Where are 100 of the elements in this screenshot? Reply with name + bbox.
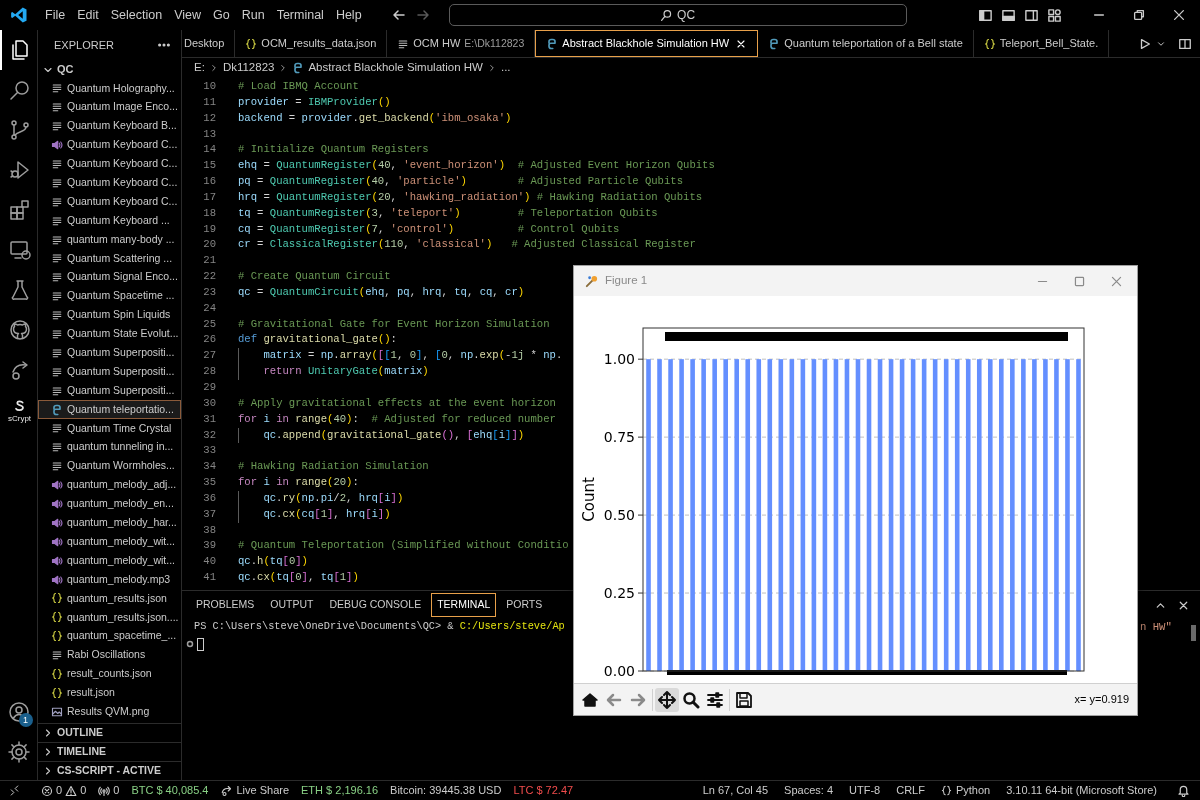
tree-item[interactable]: quantum_melody_har... [38, 513, 181, 533]
tree-item[interactable]: quantum many-body ... [38, 230, 181, 249]
monitor-icon[interactable] [7, 238, 32, 262]
tree-item[interactable]: result.json [38, 683, 181, 703]
tree-item[interactable]: quantum_results.json [38, 589, 181, 608]
settings-icon[interactable] [6, 740, 31, 764]
status-item[interactable]: Bitcoin: 39445.38 USD [390, 782, 502, 799]
tree-item[interactable]: quantum tunneling in... [38, 437, 181, 457]
tree-item[interactable]: Quantum Time Crystal [38, 419, 181, 438]
folder-row[interactable]: QC [38, 60, 181, 79]
tree-item[interactable]: Rabi Oscillations [38, 645, 181, 665]
tree-item[interactable]: Quantum Holography... [38, 79, 181, 98]
menu-item[interactable]: Selection [105, 5, 168, 25]
tree-item[interactable]: Results QVM.png [38, 702, 181, 722]
tree-item[interactable]: Quantum Keyboard B... [38, 116, 181, 136]
tree-item[interactable]: Quantum Keyboard C... [38, 154, 181, 174]
panel-tab[interactable]: DEBUG CONSOLE [323, 593, 428, 617]
search-field[interactable]: QC [448, 4, 907, 26]
live-share-item[interactable]: Live Share [220, 782, 290, 799]
tree-item[interactable]: quantum_spacetime_... [38, 626, 181, 646]
blocks-icon[interactable] [7, 198, 32, 222]
secondary-sidebar-icon[interactable] [1024, 7, 1039, 23]
breadcrumb-item[interactable]: Abstract Blackhole Simulation HW [292, 58, 483, 77]
panel-tab[interactable]: OUTPUT [264, 593, 320, 617]
tree-item[interactable]: quantum_melody.mp3 [38, 570, 181, 590]
layout-icon[interactable] [1047, 7, 1062, 23]
tree-item[interactable]: Quantum Keyboard ... [38, 211, 181, 231]
breadcrumb-item[interactable]: ... [500, 58, 511, 77]
tree-item[interactable]: quantum_results.json.... [38, 607, 181, 627]
tree-item[interactable]: Quantum Scattering ... [38, 249, 181, 268]
status-item[interactable]: 3.10.11 64-bit (Microsoft Store) [1006, 782, 1157, 799]
close-icon[interactable] [1172, 8, 1186, 22]
move-icon[interactable] [655, 687, 679, 712]
tree-item[interactable]: quantum_melody_wit... [38, 532, 181, 552]
sidebar-toggle-icon[interactable] [978, 7, 993, 23]
menu-item[interactable]: Go [208, 5, 235, 25]
section-header[interactable]: OUTLINE [38, 723, 181, 742]
tree-item[interactable]: Quantum Superpositi... [38, 362, 181, 382]
tree-item[interactable]: Quantum Keyboard C... [38, 173, 181, 193]
cat-logo-icon[interactable] [7, 318, 32, 342]
tree-item[interactable]: Quantum Spin Liquids [38, 305, 181, 325]
status-item[interactable]: CRLF [896, 782, 925, 799]
problems-indicator[interactable]: 0 0 [41, 782, 87, 799]
breadcrumb-item[interactable]: E: [194, 58, 205, 77]
menu-item[interactable]: Edit [72, 5, 104, 25]
editor-tab[interactable]: OCM_results_data.json [235, 30, 388, 57]
tree-item[interactable]: Quantum Signal Enco... [38, 267, 181, 287]
editor-tab[interactable]: Desktop [182, 30, 236, 57]
account-icon[interactable] [6, 700, 31, 724]
status-item[interactable]: UTF-8 [849, 782, 881, 799]
menu-item[interactable]: Help [330, 5, 367, 25]
tree-item[interactable]: Quantum Keyboard C... [38, 135, 181, 155]
menu-item[interactable]: File [40, 5, 71, 25]
breadcrumb-item[interactable]: Dk112823 [222, 58, 275, 77]
panel-tab[interactable]: PORTS [500, 593, 549, 617]
status-item[interactable]: Spaces: 4 [784, 782, 834, 799]
split-editor-icon[interactable] [1178, 36, 1192, 51]
menu-item[interactable]: Run [236, 5, 270, 25]
section-header[interactable]: TIMELINE [38, 742, 181, 761]
tree-item[interactable]: Quantum State Evolut... [38, 324, 181, 344]
menu-item[interactable]: Terminal [271, 5, 329, 25]
editor-tab[interactable]: Teleport_Bell_State. [973, 30, 1110, 57]
play-bug-icon[interactable] [7, 158, 32, 182]
tree-item[interactable]: Quantum teleportatio... [38, 400, 181, 420]
restore-icon[interactable] [1132, 8, 1146, 22]
panel-tab[interactable]: TERMINAL [431, 593, 497, 617]
tree-item[interactable]: quantum_melody_wit... [38, 551, 181, 571]
section-header[interactable]: CS-SCRIPT - ACTIVE [38, 761, 181, 780]
run-icon[interactable] [1138, 36, 1152, 51]
status-item[interactable]: Ln 67, Col 45 [702, 782, 769, 799]
back-arrow-icon[interactable] [390, 7, 407, 23]
speaker-icon [51, 498, 63, 511]
language-mode[interactable]: Python [940, 782, 991, 799]
ports-indicator[interactable]: 0 [98, 782, 120, 799]
tree-item[interactable]: result_counts.json [38, 664, 181, 684]
editor-tab[interactable]: Abstract Blackhole Simulation HW [535, 30, 759, 57]
editor-tab[interactable]: Quantum teleportation of a Bell state [758, 30, 974, 57]
panel-tab[interactable]: PROBLEMS [190, 593, 261, 617]
editor-tab[interactable]: OCM HW E:\Dk112823 [387, 30, 536, 57]
line-number: 22 [202, 269, 216, 285]
search-icon[interactable] [7, 78, 32, 102]
status-item[interactable]: BTC $ 40,085.4 [131, 782, 209, 799]
maximize-icon[interactable] [1073, 274, 1086, 288]
tree-item[interactable]: Quantum Wormholes... [38, 456, 181, 476]
tree-item[interactable]: quantum_melody_en... [38, 494, 181, 514]
extension-button[interactable]: sCrypt [0, 390, 38, 430]
tree-item[interactable]: Quantum Image Enco... [38, 97, 181, 117]
remote-icon[interactable] [8, 784, 21, 797]
bell-icon[interactable] [1177, 784, 1190, 797]
menu-item[interactable]: View [169, 5, 206, 25]
tree-item[interactable]: quantum_melody_adj... [38, 475, 181, 495]
status-item[interactable]: ETH $ 2,196.16 [301, 782, 379, 799]
status-item[interactable]: LTC $ 72.47 [513, 782, 574, 799]
tree-item[interactable]: Quantum Keyboard C... [38, 192, 181, 212]
line-number: 13 [202, 126, 216, 142]
tree-item[interactable]: Quantum Superpositi... [38, 381, 181, 401]
tree-item[interactable]: Quantum Superpositi... [38, 343, 181, 363]
tree-item[interactable]: Quantum Spacetime ... [38, 286, 181, 306]
scrollbar[interactable] [1191, 625, 1196, 641]
panel-toggle-icon[interactable] [1001, 7, 1016, 23]
